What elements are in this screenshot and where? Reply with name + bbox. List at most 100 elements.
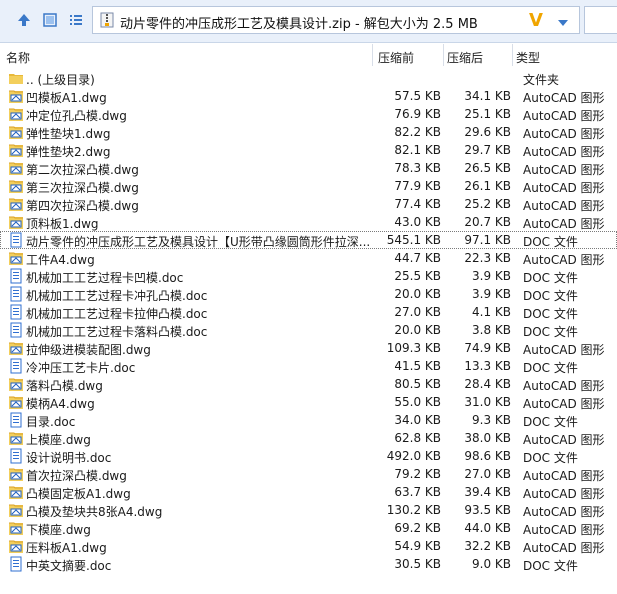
file-type: 文件夹 bbox=[523, 73, 560, 87]
doc-file-icon bbox=[8, 358, 24, 374]
search-input[interactable] bbox=[584, 6, 617, 34]
file-row[interactable]: 首次拉深凸模.dwg 79.2 KB 27.0 KB AutoCAD 图形 bbox=[0, 465, 617, 483]
up-arrow-icon[interactable] bbox=[14, 9, 34, 31]
file-name: 机械加工工艺过程卡凹模.doc bbox=[26, 271, 184, 285]
dwg-file-icon bbox=[8, 250, 24, 266]
file-row[interactable]: 动片零件的冲压成形工艺及模具设计【U形带凸缘圆筒形件拉深... 545.1 KB 9… bbox=[0, 231, 617, 249]
file-row[interactable]: 上模座.dwg 62.8 KB 38.0 KB AutoCAD 图形 bbox=[0, 429, 617, 447]
column-name[interactable]: 名称 bbox=[6, 49, 30, 66]
file-name: 动片零件的冲压成形工艺及模具设计【U形带凸缘圆筒形件拉深... bbox=[26, 235, 371, 249]
dwg-file-icon bbox=[8, 88, 24, 104]
file-compressed-size: 93.5 KB bbox=[464, 503, 511, 517]
dwg-file-icon bbox=[8, 394, 24, 410]
file-row[interactable]: 顶料板1.dwg 43.0 KB 20.7 KB AutoCAD 图形 bbox=[0, 213, 617, 231]
doc-file-icon bbox=[8, 268, 24, 284]
file-type: DOC 文件 bbox=[523, 289, 578, 303]
file-row[interactable]: 机械加工工艺过程卡拉伸凸模.doc 27.0 KB 4.1 KB DOC 文件 bbox=[0, 303, 617, 321]
file-size: 77.9 KB bbox=[394, 179, 441, 193]
column-divider[interactable] bbox=[512, 44, 513, 66]
dwg-file-icon bbox=[8, 538, 24, 554]
file-name: 顶料板1.dwg bbox=[26, 217, 99, 231]
file-row[interactable]: .. (上级目录) 文件夹 bbox=[0, 69, 617, 87]
column-after[interactable]: 压缩后 bbox=[447, 49, 483, 66]
file-type: DOC 文件 bbox=[523, 325, 578, 339]
file-row[interactable]: 弹性垫块1.dwg 82.2 KB 29.6 KB AutoCAD 图形 bbox=[0, 123, 617, 141]
dwg-file-icon bbox=[8, 214, 24, 230]
file-compressed-size: 9.0 KB bbox=[472, 557, 511, 571]
details-view-icon[interactable] bbox=[40, 9, 60, 31]
file-row[interactable]: 设计说明书.doc 492.0 KB 98.6 KB DOC 文件 bbox=[0, 447, 617, 465]
file-size: 43.0 KB bbox=[394, 215, 441, 229]
file-name: 机械加工工艺过程卡落料凸模.doc bbox=[26, 325, 208, 339]
column-divider[interactable] bbox=[372, 44, 373, 66]
dwg-file-icon bbox=[8, 502, 24, 518]
file-size: 545.1 KB bbox=[386, 233, 441, 247]
file-size: 130.2 KB bbox=[386, 503, 441, 517]
dwg-file-icon bbox=[8, 340, 24, 356]
column-type[interactable]: 类型 bbox=[516, 49, 540, 66]
file-row[interactable]: 中英文摘要.doc 30.5 KB 9.0 KB DOC 文件 bbox=[0, 555, 617, 573]
file-row[interactable]: 第四次拉深凸模.dwg 77.4 KB 25.2 KB AutoCAD 图形 bbox=[0, 195, 617, 213]
file-type: DOC 文件 bbox=[523, 415, 578, 429]
file-compressed-size: 34.1 KB bbox=[464, 89, 511, 103]
file-type: AutoCAD 图形 bbox=[523, 91, 605, 105]
file-row[interactable]: 目录.doc 34.0 KB 9.3 KB DOC 文件 bbox=[0, 411, 617, 429]
file-type: AutoCAD 图形 bbox=[523, 487, 605, 501]
dwg-file-icon bbox=[8, 196, 24, 212]
file-compressed-size: 9.3 KB bbox=[472, 413, 511, 427]
chevron-down-icon[interactable] bbox=[557, 16, 569, 30]
file-row[interactable]: 冲定位孔凸模.dwg 76.9 KB 25.1 KB AutoCAD 图形 bbox=[0, 105, 617, 123]
file-compressed-size: 31.0 KB bbox=[464, 395, 511, 409]
address-bar[interactable]: 动片零件的冲压成形工艺及模具设计.zip - 解包大小为 2.5 MB V bbox=[92, 6, 580, 34]
archive-path-title: 动片零件的冲压成形工艺及模具设计.zip - 解包大小为 2.5 MB bbox=[120, 17, 478, 32]
file-type: AutoCAD 图形 bbox=[523, 379, 605, 393]
file-name: .. (上级目录) bbox=[26, 73, 95, 87]
file-row[interactable]: 落料凸模.dwg 80.5 KB 28.4 KB AutoCAD 图形 bbox=[0, 375, 617, 393]
zip-file-icon bbox=[99, 12, 115, 28]
file-row[interactable]: 凸模固定板A1.dwg 63.7 KB 39.4 KB AutoCAD 图形 bbox=[0, 483, 617, 501]
file-row[interactable]: 机械加工工艺过程卡凹模.doc 25.5 KB 3.9 KB DOC 文件 bbox=[0, 267, 617, 285]
column-divider[interactable] bbox=[443, 44, 444, 66]
file-name: 弹性垫块1.dwg bbox=[26, 127, 111, 141]
file-row[interactable]: 下模座.dwg 69.2 KB 44.0 KB AutoCAD 图形 bbox=[0, 519, 617, 537]
list-view-icon[interactable] bbox=[66, 9, 86, 31]
dwg-file-icon bbox=[8, 142, 24, 158]
file-name: 弹性垫块2.dwg bbox=[26, 145, 111, 159]
file-compressed-size: 27.0 KB bbox=[464, 467, 511, 481]
file-row[interactable]: 拉伸级进模装配图.dwg 109.3 KB 74.9 KB AutoCAD 图形 bbox=[0, 339, 617, 357]
file-row[interactable]: 机械加工工艺过程卡冲孔凸模.doc 20.0 KB 3.9 KB DOC 文件 bbox=[0, 285, 617, 303]
file-row[interactable]: 弹性垫块2.dwg 82.1 KB 29.7 KB AutoCAD 图形 bbox=[0, 141, 617, 159]
file-compressed-size: 3.8 KB bbox=[472, 323, 511, 337]
file-size: 41.5 KB bbox=[394, 359, 441, 373]
file-row[interactable]: 冷冲压工艺卡片.doc 41.5 KB 13.3 KB DOC 文件 bbox=[0, 357, 617, 375]
file-row[interactable]: 压料板A1.dwg 54.9 KB 32.2 KB AutoCAD 图形 bbox=[0, 537, 617, 555]
file-size: 79.2 KB bbox=[394, 467, 441, 481]
doc-file-icon bbox=[8, 322, 24, 338]
file-compressed-size: 22.3 KB bbox=[464, 251, 511, 265]
file-name: 凸模固定板A1.dwg bbox=[26, 487, 131, 501]
file-type: AutoCAD 图形 bbox=[523, 253, 605, 267]
file-row[interactable]: 第三次拉深凸模.dwg 77.9 KB 26.1 KB AutoCAD 图形 bbox=[0, 177, 617, 195]
file-row[interactable]: 第二次拉深凸模.dwg 78.3 KB 26.5 KB AutoCAD 图形 bbox=[0, 159, 617, 177]
brand-v-logo: V bbox=[529, 10, 543, 31]
column-compressed[interactable]: 压缩前 bbox=[378, 49, 414, 66]
file-size: 63.7 KB bbox=[394, 485, 441, 499]
file-size: 57.5 KB bbox=[394, 89, 441, 103]
file-row[interactable]: 机械加工工艺过程卡落料凸模.doc 20.0 KB 3.8 KB DOC 文件 bbox=[0, 321, 617, 339]
file-row[interactable]: 凸模及垫块共8张A4.dwg 130.2 KB 93.5 KB AutoCAD 图形 bbox=[0, 501, 617, 519]
file-type: DOC 文件 bbox=[523, 361, 578, 375]
file-name: 冲定位孔凸模.dwg bbox=[26, 109, 127, 123]
file-compressed-size: 74.9 KB bbox=[464, 341, 511, 355]
doc-file-icon bbox=[8, 232, 24, 248]
file-type: DOC 文件 bbox=[523, 451, 578, 465]
file-size: 27.0 KB bbox=[394, 305, 441, 319]
file-type: AutoCAD 图形 bbox=[523, 127, 605, 141]
file-row[interactable]: 工件A4.dwg 44.7 KB 22.3 KB AutoCAD 图形 bbox=[0, 249, 617, 267]
file-row[interactable]: 模柄A4.dwg 55.0 KB 31.0 KB AutoCAD 图形 bbox=[0, 393, 617, 411]
file-type: DOC 文件 bbox=[523, 271, 578, 285]
file-name: 冷冲压工艺卡片.doc bbox=[26, 361, 136, 375]
file-row[interactable]: 凹模板A1.dwg 57.5 KB 34.1 KB AutoCAD 图形 bbox=[0, 87, 617, 105]
file-size: 20.0 KB bbox=[394, 323, 441, 337]
file-name: 凸模及垫块共8张A4.dwg bbox=[26, 505, 163, 519]
file-name: 下模座.dwg bbox=[26, 523, 91, 537]
